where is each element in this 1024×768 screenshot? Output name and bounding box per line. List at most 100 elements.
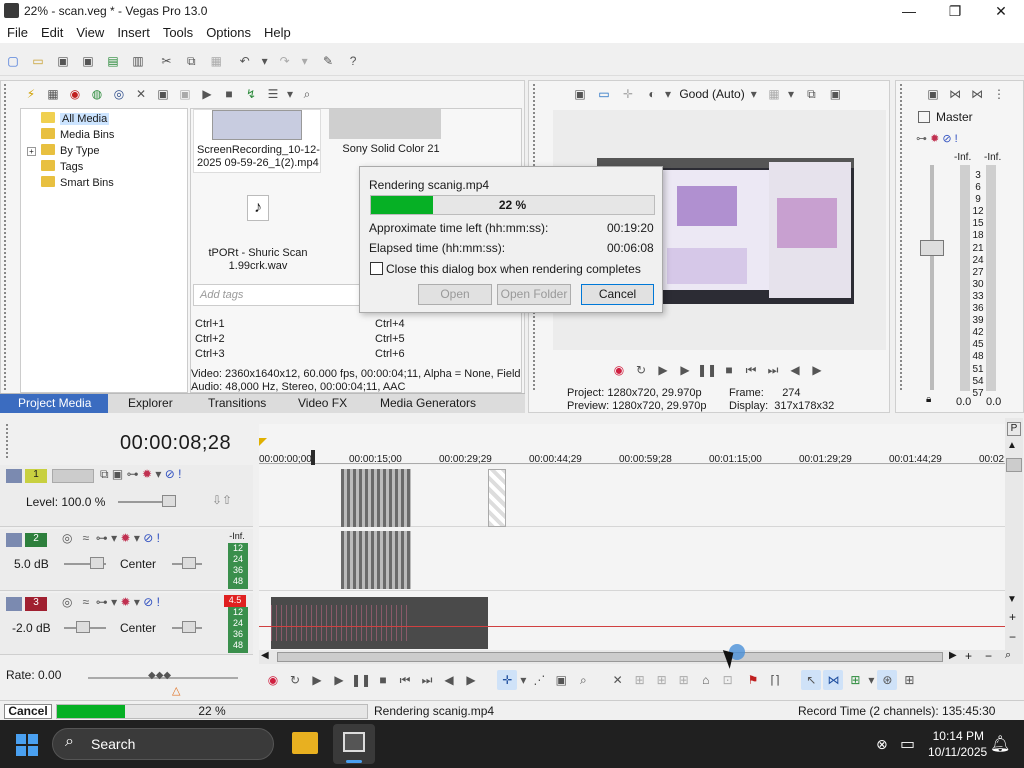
trim-start-icon[interactable]: ⊞ (652, 670, 672, 690)
go-to-end-icon[interactable]: ⏭ (763, 360, 783, 380)
rate-slider-handle[interactable]: ◆◆◆ (148, 670, 176, 684)
menu-help[interactable]: Help (257, 23, 297, 40)
cut-icon[interactable]: ✂ (156, 51, 176, 71)
play-from-start-icon[interactable]: ▶ (653, 360, 673, 380)
fx-chain-icon[interactable]: ⊶ (916, 133, 927, 145)
trim-icon[interactable]: ⊞ (630, 670, 650, 690)
external-monitor-icon[interactable]: ▭ (594, 84, 614, 104)
zoom-tool-icon[interactable]: ⌕ (1005, 649, 1011, 662)
invert-phase-icon[interactable]: ≈ (83, 595, 90, 609)
next-frame-icon[interactable]: ▶ (461, 670, 481, 690)
menu-edit[interactable]: Edit (34, 23, 69, 40)
get-media-icon[interactable]: ◉ (65, 84, 85, 104)
normal-edit-tool-icon[interactable]: ✛ (497, 670, 518, 690)
search-icon[interactable]: ⌕ (297, 84, 317, 104)
track-expand-icon[interactable] (6, 469, 22, 483)
quality-dropdown-icon[interactable]: ▾ (749, 84, 759, 104)
overlays-icon[interactable]: ▦ (764, 84, 784, 104)
save-snapshot-icon[interactable]: ▣ (825, 84, 845, 104)
scroll-thumb[interactable] (1006, 458, 1022, 472)
video-event-solid-color[interactable] (488, 469, 506, 527)
zoom-out-h-icon[interactable]: − (985, 649, 992, 663)
capture-icon[interactable]: ▦ (43, 84, 63, 104)
lock-event-icon[interactable]: ⊡ (718, 670, 738, 690)
overlays-dropdown-icon[interactable]: ▾ (786, 84, 796, 104)
preview-props-icon[interactable]: ▣ (570, 84, 590, 104)
preview-quality-select[interactable]: Good (Auto) (679, 84, 744, 104)
properties-icon[interactable]: ▥ (128, 51, 148, 71)
ignore-grouping-icon[interactable]: ⊞ (899, 670, 919, 690)
copy-icon[interactable]: ⧉ (181, 51, 201, 71)
loop-icon[interactable]: ↻ (631, 360, 651, 380)
undo-icon[interactable]: ↶ (235, 51, 255, 71)
prev-frame-icon[interactable]: ◀ (439, 670, 459, 690)
arm-record-icon[interactable]: ◎ (62, 595, 72, 609)
record-icon[interactable]: ◉ (263, 670, 283, 690)
stop-icon[interactable]: ■ (719, 360, 739, 380)
level-slider-handle[interactable] (162, 495, 176, 507)
render-as-icon[interactable]: ▤ (103, 51, 123, 71)
track-fx-icon[interactable]: ✹ (120, 531, 130, 545)
menu-insert[interactable]: Insert (110, 23, 156, 40)
tree-item-by-type[interactable]: + By Type (27, 143, 100, 159)
pause-icon[interactable]: ❚❚ (697, 360, 717, 380)
scroll-lock-icon[interactable]: P (1007, 422, 1021, 436)
scroll-left-icon[interactable]: ◀ (261, 650, 269, 661)
views-dropdown-icon[interactable]: ▾ (285, 84, 295, 104)
downmix-icon[interactable]: ⋈ (945, 84, 965, 104)
solo-icon[interactable]: ! (157, 531, 160, 545)
add-tags-input[interactable]: Add tags (193, 284, 363, 306)
tab-video-fx[interactable]: Video FX (298, 396, 347, 410)
automation-dropdown-icon[interactable]: ▾ (111, 531, 117, 545)
close-on-complete-checkbox[interactable] (370, 262, 383, 275)
prev-frame-icon[interactable]: ◀ (785, 360, 805, 380)
vegas-taskbar-button[interactable] (333, 724, 375, 764)
master-mute-icon[interactable]: ⊘ (942, 133, 951, 145)
audio-event[interactable] (341, 531, 411, 589)
display-icon[interactable]: ▭ (900, 734, 915, 754)
zoom-in-h-icon[interactable]: + (965, 649, 972, 663)
scroll-down-icon[interactable]: ▼ (1007, 594, 1017, 605)
play-from-start-icon[interactable]: ▶ (307, 670, 327, 690)
track-arrows-icon[interactable]: ⇩⇧ (212, 493, 232, 507)
help-pointer-icon[interactable]: ? (343, 51, 363, 71)
scroll-thumb[interactable] (277, 652, 943, 662)
master-fx-icon[interactable]: ✹ (930, 133, 939, 145)
scroll-up-icon[interactable]: ▲ (1007, 440, 1017, 451)
record-icon[interactable]: ◉ (609, 360, 629, 380)
auto-ripple-icon[interactable]: ⊞ (845, 670, 865, 690)
redo-dropdown-icon[interactable]: ▾ (300, 51, 310, 71)
save-icon[interactable]: ▣ (53, 51, 73, 71)
media-fx2-icon[interactable]: ▣ (175, 84, 195, 104)
undo-dropdown-icon[interactable]: ▾ (260, 51, 270, 71)
fx-icon[interactable]: ✛ (618, 84, 638, 104)
timecode-display[interactable]: 00:00:08;28 (120, 432, 231, 455)
search-media-icon[interactable]: ◎ (109, 84, 129, 104)
panel-grip[interactable] (4, 84, 16, 390)
track-expand-icon[interactable] (6, 533, 22, 547)
volume-envelope[interactable] (259, 626, 1005, 627)
loop-icon[interactable]: ↻ (285, 670, 305, 690)
ripple-dropdown-icon[interactable]: ▾ (866, 670, 876, 690)
close-icon[interactable]: ✕ (978, 0, 1024, 23)
automation-icon[interactable]: ⊶ (96, 531, 108, 545)
horizontal-scrollbar[interactable]: ◀ ▶ + − ⌕ (259, 644, 1023, 664)
lock-envelopes-icon[interactable]: ⊛ (877, 670, 898, 690)
track-fx-icon[interactable]: ✹ (120, 595, 130, 609)
trim-end-icon[interactable]: ⊞ (674, 670, 694, 690)
tree-item-media-bins[interactable]: Media Bins (41, 127, 114, 143)
open-icon[interactable]: ▭ (28, 51, 48, 71)
import-media-icon[interactable]: ⚡ (21, 84, 41, 104)
edit-tool-dropdown-icon[interactable]: ▾ (518, 670, 528, 690)
menu-view[interactable]: View (69, 23, 110, 40)
media-item[interactable]: ScreenRecording_10-12-2025 09-59-26_1(2)… (193, 109, 321, 173)
dim-icon[interactable]: ⋈ (967, 84, 987, 104)
play-icon[interactable]: ▶ (675, 360, 695, 380)
tab-media-generators[interactable]: Media Generators (380, 396, 476, 410)
selection-tool-icon[interactable]: ▣ (551, 670, 571, 690)
play-icon[interactable]: ▶ (197, 84, 217, 104)
zoom-edit-tool-icon[interactable]: ⌕ (573, 670, 593, 690)
video-track-lane[interactable] (259, 465, 1005, 527)
mixer-more-icon[interactable]: ⋮ (989, 84, 1009, 104)
timeline-grip[interactable] (6, 424, 14, 458)
